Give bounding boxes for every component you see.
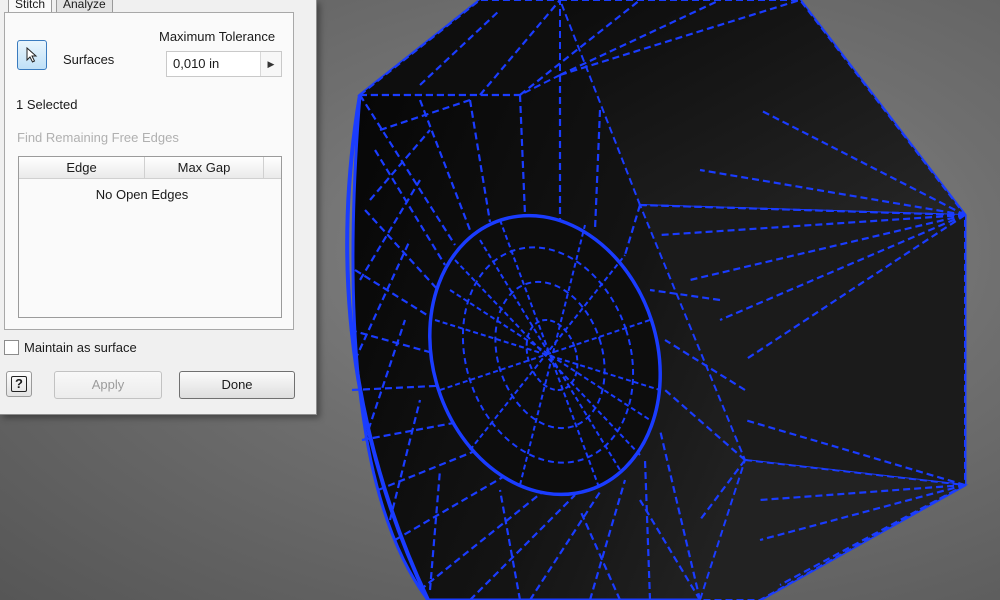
- maintain-as-surface-checkbox[interactable]: [4, 340, 19, 355]
- maximum-tolerance-label: Maximum Tolerance: [159, 29, 276, 44]
- tolerance-value: 0,010 in: [173, 56, 220, 71]
- stitch-tab-panel: Surfaces Maximum Tolerance 0,010 in ▶ 1 …: [4, 12, 294, 330]
- stitch-dialog: Stitch Analyze Surfaces Maximum Toleranc…: [0, 0, 317, 415]
- help-icon: ?: [11, 376, 27, 392]
- empty-table-message: No Open Edges: [95, 187, 189, 202]
- find-remaining-free-edges-link[interactable]: Find Remaining Free Edges: [17, 130, 179, 145]
- cursor-arrow-icon: [26, 47, 38, 63]
- column-header-edge[interactable]: Edge: [19, 157, 145, 179]
- selected-count: 1 Selected: [16, 97, 78, 112]
- select-surfaces-button[interactable]: [17, 40, 47, 70]
- column-header-max-gap[interactable]: Max Gap: [145, 157, 264, 179]
- maintain-as-surface-label[interactable]: Maintain as surface: [24, 340, 137, 355]
- surfaces-label: Surfaces: [63, 52, 115, 67]
- done-button[interactable]: Done: [179, 371, 295, 399]
- dropdown-arrow-icon[interactable]: ▶: [260, 52, 281, 76]
- help-button[interactable]: ?: [6, 371, 32, 397]
- column-header-spacer: [264, 157, 281, 179]
- open-edges-table: Edge Max Gap No Open Edges: [18, 156, 282, 318]
- maximum-tolerance-input[interactable]: 0,010 in ▶: [166, 51, 282, 77]
- apply-button[interactable]: Apply: [54, 371, 162, 399]
